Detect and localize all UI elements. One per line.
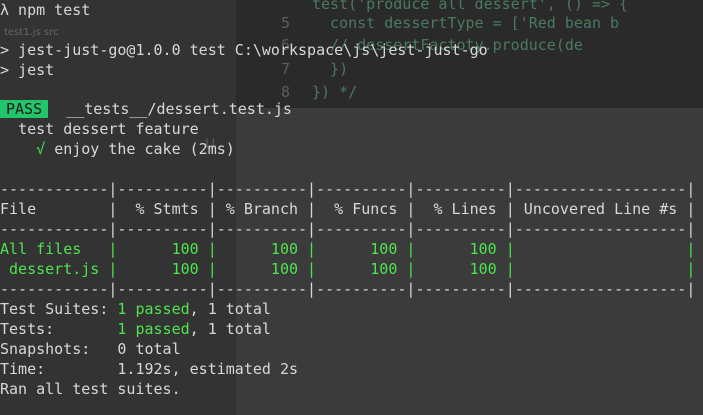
- coverage-row-dessert: dessert.js | 100 | 100 | 100 | 100 | |: [0, 260, 696, 278]
- summary-time: Time: 1.192s, estimated 2s: [0, 360, 299, 378]
- terminal-output[interactable]: λ npm test > jest-just-go@1.0.0 test C:\…: [0, 0, 703, 415]
- test-result-line: PASS __tests__/dessert.test.js: [0, 99, 292, 119]
- test-case-line: √ enjoy the cake (2ms): [0, 139, 235, 159]
- jest-command-line: > jest: [0, 61, 55, 79]
- summary-ran-all: Ran all test suites.: [0, 380, 181, 398]
- coverage-header: File | % Stmts | % Branch | % Funcs | % …: [0, 200, 696, 218]
- summary-suites: Test Suites: 1 passed, 1 total: [0, 300, 271, 318]
- pass-badge: PASS: [0, 100, 49, 118]
- summary-snapshots: Snapshots: 0 total: [0, 340, 181, 358]
- coverage-row-all-files: All files | 100 | 100 | 100 | 100 | |: [0, 240, 696, 258]
- summary-tests: Tests: 1 passed, 1 total: [0, 320, 271, 338]
- test-file-path: __tests__/dessert.test.js: [66, 100, 292, 118]
- coverage-separator: ------------|----------|----------|-----…: [0, 180, 696, 198]
- describe-line: test dessert feature: [18, 120, 199, 138]
- npm-run-line: > jest-just-go@1.0.0 test C:\workspace\j…: [0, 41, 488, 59]
- coverage-separator: ------------|----------|----------|-----…: [0, 280, 696, 298]
- test-case-name: enjoy the cake (2ms): [54, 140, 235, 158]
- coverage-separator: ------------|----------|----------|-----…: [0, 220, 696, 238]
- checkmark-icon: √: [36, 140, 46, 158]
- prompt-line: λ npm test: [0, 1, 91, 19]
